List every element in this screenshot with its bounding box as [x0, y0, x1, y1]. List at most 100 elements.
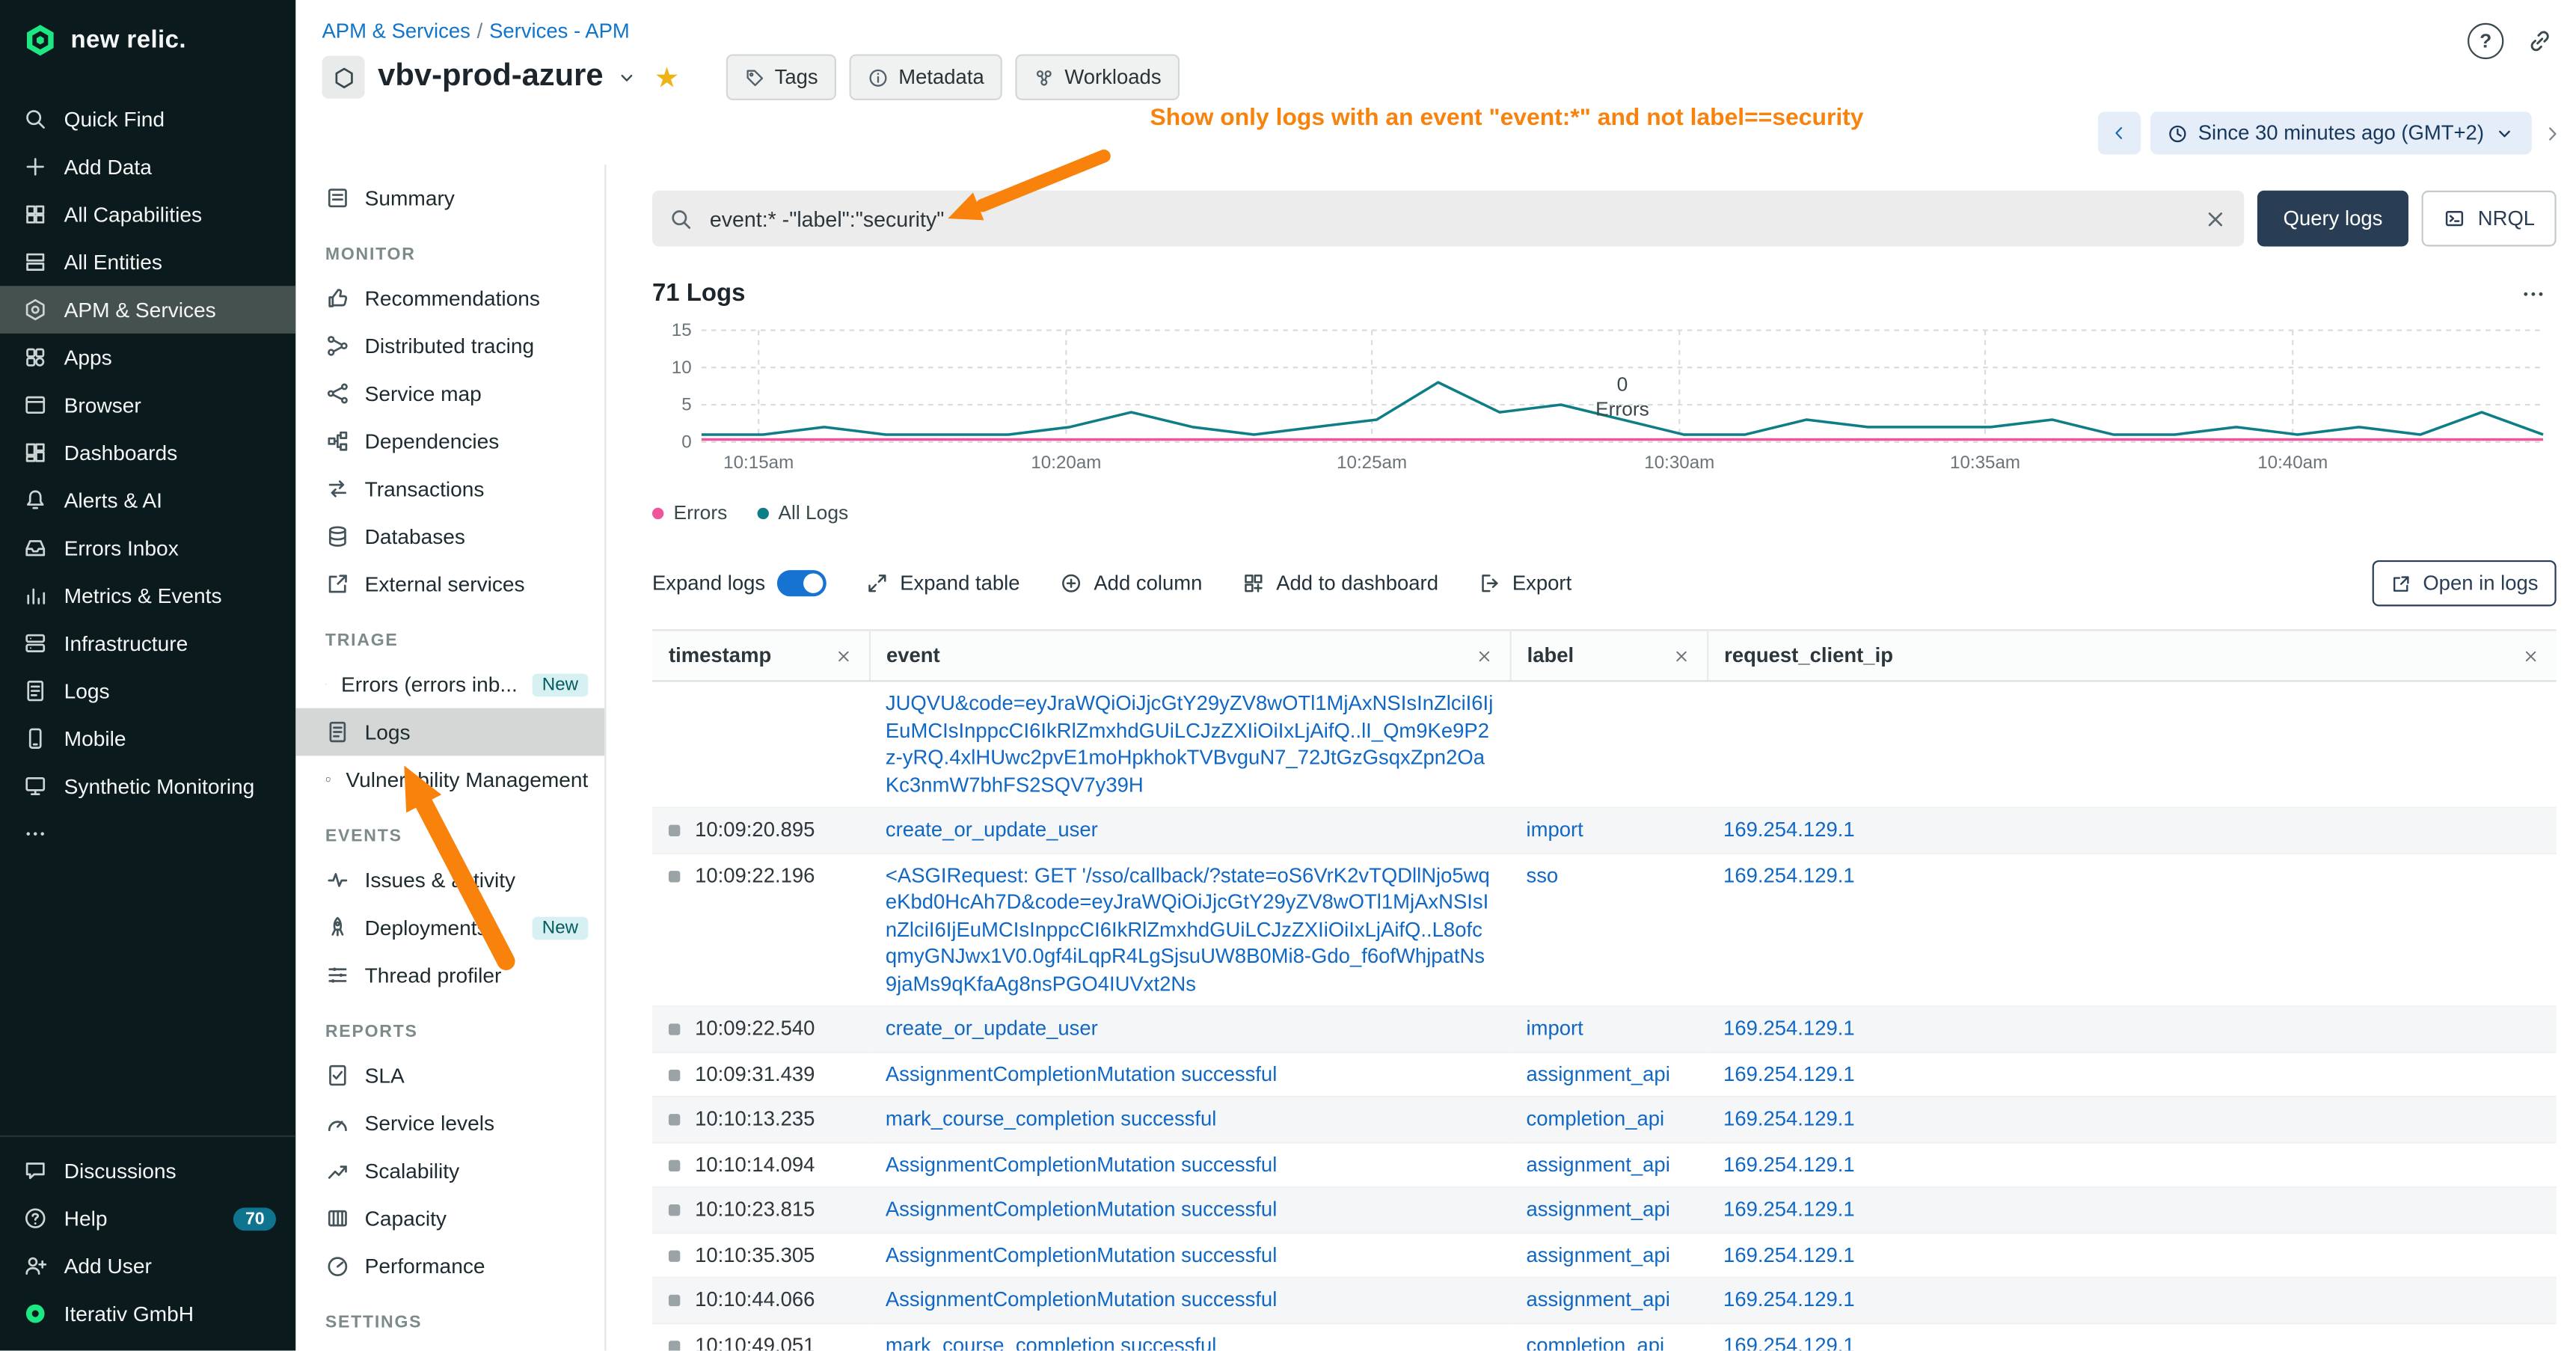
log-label-link[interactable]: sso: [1526, 863, 1558, 886]
log-ip-link[interactable]: 169.254.129.1: [1723, 1153, 1855, 1176]
sidebar-item-logs[interactable]: Logs: [0, 667, 295, 715]
log-row[interactable]: 10:10:13.235mark_course_completion succe…: [652, 1097, 2557, 1142]
row-expand-icon[interactable]: [669, 1023, 680, 1035]
subnav-item-dependencies[interactable]: Dependencies: [295, 417, 604, 465]
log-event-link[interactable]: <ASGIRequest: GET '/sso/callback/?state=…: [886, 863, 1490, 995]
sidebar-item-more[interactable]: [0, 810, 295, 858]
log-ip-link[interactable]: 169.254.129.1: [1723, 1198, 1855, 1221]
time-forward-button[interactable]: [2542, 123, 2563, 144]
nrql-button[interactable]: NRQL: [2422, 191, 2557, 247]
log-label-link[interactable]: completion_api: [1526, 1333, 1664, 1350]
log-label-link[interactable]: assignment_api: [1526, 1288, 1669, 1311]
row-expand-icon[interactable]: [669, 1114, 680, 1125]
log-ip-link[interactable]: 169.254.129.1: [1723, 1243, 1855, 1266]
row-expand-icon[interactable]: [669, 870, 680, 881]
log-label-link[interactable]: assignment_api: [1526, 1243, 1669, 1266]
sidebar-item-mobile[interactable]: Mobile: [0, 714, 295, 762]
close-icon[interactable]: [2203, 206, 2227, 231]
log-event-link[interactable]: AssignmentCompletionMutation successful: [886, 1288, 1277, 1311]
export-button[interactable]: Export: [1478, 572, 1572, 595]
subnav-item-service-map[interactable]: Service map: [295, 370, 604, 417]
subnav-item-errors-errors-inb[interactable]: Errors (errors inb...New: [295, 661, 604, 708]
remove-column-icon[interactable]: [2522, 646, 2540, 664]
sidebar-item-apps[interactable]: Apps: [0, 334, 295, 382]
log-event-link[interactable]: AssignmentCompletionMutation successful: [886, 1062, 1277, 1085]
time-back-button[interactable]: [2098, 111, 2141, 154]
sidebar-item-metrics-events[interactable]: Metrics & Events: [0, 572, 295, 619]
remove-column-icon[interactable]: [1672, 646, 1690, 664]
column-header-event[interactable]: event: [869, 630, 1510, 681]
subnav-item-databases[interactable]: Databases: [295, 512, 604, 560]
subnav-item-sla[interactable]: SLA: [295, 1052, 604, 1100]
log-row[interactable]: 10:10:14.094AssignmentCompletionMutation…: [652, 1142, 2557, 1187]
logs-query-input[interactable]: [706, 204, 2189, 232]
expand-logs-toggle[interactable]: Expand logs: [652, 570, 826, 596]
close-icon[interactable]: [834, 646, 852, 664]
row-expand-icon[interactable]: [669, 825, 680, 836]
query-logs-button[interactable]: Query logs: [2257, 191, 2408, 247]
sidebar-item-dashboards[interactable]: Dashboards: [0, 429, 295, 477]
log-label-link[interactable]: completion_api: [1526, 1107, 1664, 1130]
subnav-item-summary[interactable]: Summary: [295, 174, 604, 222]
log-event-link[interactable]: create_or_update_user: [886, 1017, 1098, 1041]
sidebar-item-help[interactable]: Help70: [0, 1195, 295, 1243]
column-header-label[interactable]: label: [1510, 630, 1708, 681]
sidebar-item-infrastructure[interactable]: Infrastructure: [0, 619, 295, 667]
row-expand-icon[interactable]: [669, 1340, 680, 1350]
legend-item-all-logs[interactable]: All Logs: [757, 501, 848, 524]
log-row[interactable]: 10:10:35.305AssignmentCompletionMutation…: [652, 1232, 2557, 1277]
sidebar-item-all-capabilities[interactable]: All Capabilities: [0, 191, 295, 239]
row-expand-icon[interactable]: [669, 1204, 680, 1216]
log-row[interactable]: 10:09:20.895create_or_update_userimport1…: [652, 808, 2557, 853]
chevron-down-icon[interactable]: [616, 67, 638, 88]
log-label-link[interactable]: import: [1526, 1017, 1583, 1041]
sidebar-item-all-entities[interactable]: All Entities: [0, 238, 295, 286]
subnav-item-service-levels[interactable]: Service levels: [295, 1099, 604, 1147]
toggle-on[interactable]: [776, 570, 826, 596]
log-event-link[interactable]: mark_course_completion successful: [886, 1107, 1217, 1130]
log-ip-link[interactable]: 169.254.129.1: [1723, 818, 1855, 842]
log-label-link[interactable]: assignment_api: [1526, 1062, 1669, 1085]
row-expand-icon[interactable]: [669, 1159, 680, 1171]
sidebar-item-browser[interactable]: Browser: [0, 382, 295, 429]
sidebar-item-alerts-ai[interactable]: Alerts & AI: [0, 477, 295, 524]
log-ip-link[interactable]: 169.254.129.1: [1723, 863, 1855, 886]
newrelic-brand[interactable]: new relic.: [0, 0, 295, 79]
subnav-item-distributed-tracing[interactable]: Distributed tracing: [295, 322, 604, 370]
log-ip-link[interactable]: 169.254.129.1: [1723, 1017, 1855, 1041]
subnav-item-capacity[interactable]: Capacity: [295, 1195, 604, 1243]
column-header-request-client-ip[interactable]: request_client_ip: [1707, 630, 2557, 681]
subnav-item-recommendations[interactable]: Recommendations: [295, 275, 604, 322]
log-ip-link[interactable]: 169.254.129.1: [1723, 1333, 1855, 1350]
column-header-timestamp[interactable]: timestamp: [652, 630, 869, 681]
sidebar-item-add-user[interactable]: Add User: [0, 1242, 295, 1290]
legend-item-errors[interactable]: Errors: [652, 501, 727, 524]
log-label-link[interactable]: assignment_api: [1526, 1198, 1669, 1221]
sidebar-item-quick-find[interactable]: Quick Find: [0, 95, 295, 143]
sidebar-item-discussions[interactable]: Discussions: [0, 1147, 295, 1195]
log-row[interactable]: 10:09:31.439AssignmentCompletionMutation…: [652, 1052, 2557, 1097]
log-ip-link[interactable]: 169.254.129.1: [1723, 1288, 1855, 1311]
time-picker[interactable]: Since 30 minutes ago (GMT+2): [2150, 111, 2532, 154]
permalink-icon[interactable]: [2527, 28, 2553, 54]
remove-column-icon[interactable]: [1474, 646, 1492, 664]
add-to-dashboard-button[interactable]: Add to dashboard: [1242, 572, 1438, 595]
favorite-star-icon[interactable]: ★: [654, 64, 679, 91]
subnav-item-deployments[interactable]: DeploymentsNew: [295, 904, 604, 952]
close-icon[interactable]: [1474, 646, 1492, 664]
breadcrumb-link-apm-services[interactable]: APM & Services: [322, 19, 470, 43]
clear-query-icon[interactable]: [2203, 206, 2227, 231]
row-expand-icon[interactable]: [669, 1249, 680, 1260]
log-row[interactable]: 10:10:44.066AssignmentCompletionMutation…: [652, 1278, 2557, 1323]
subnav-item-performance[interactable]: Performance: [295, 1242, 604, 1290]
log-event-link[interactable]: AssignmentCompletionMutation successful: [886, 1153, 1277, 1176]
subnav-item-logs[interactable]: Logs: [295, 708, 604, 756]
row-expand-icon[interactable]: [669, 1295, 680, 1306]
open-in-logs-button[interactable]: Open in logs: [2372, 560, 2556, 606]
subnav-item-issues-activity[interactable]: Issues & activity: [295, 856, 604, 904]
log-ip-link[interactable]: 169.254.129.1: [1723, 1107, 1855, 1130]
log-ip-link[interactable]: 169.254.129.1: [1723, 1062, 1855, 1085]
log-label-link[interactable]: import: [1526, 818, 1583, 842]
log-event-link[interactable]: JUQVU&code=eyJraWQiOiJjcGtY29yZV8wOTl1Mj…: [886, 692, 1493, 796]
row-expand-icon[interactable]: [669, 1069, 680, 1080]
